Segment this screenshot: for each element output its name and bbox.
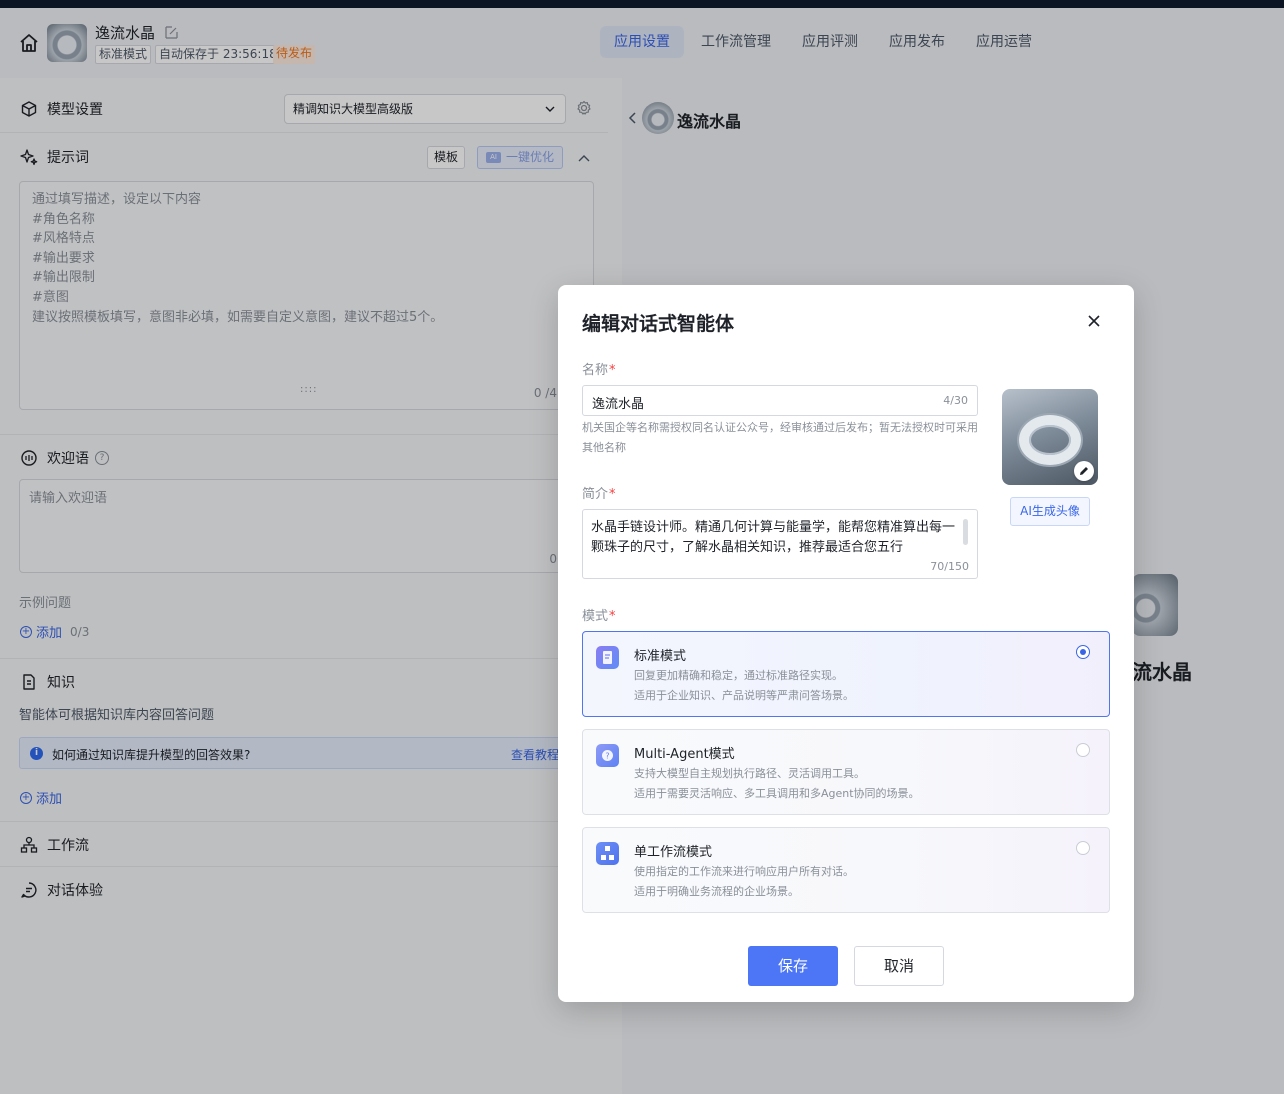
mode-radio[interactable] (1076, 841, 1090, 855)
required-mark: * (609, 609, 616, 624)
name-input[interactable]: 逸流水晶 4/30 (582, 385, 978, 416)
multi-agent-mode-icon: ? (596, 744, 619, 767)
standard-mode-icon (596, 646, 619, 669)
bracelet-image (1019, 415, 1081, 465)
name-input-value: 逸流水晶 (592, 397, 645, 412)
cancel-button[interactable]: 取消 (854, 946, 944, 986)
scrollbar[interactable] (963, 519, 968, 545)
mode-desc: 回复更加精确和稳定，通过标准路径实现。 适用于企业知识、产品说明等严肃问答场景。 (634, 669, 854, 702)
intro-label-text: 简介 (582, 487, 609, 502)
dialog-title: 编辑对话式智能体 (582, 313, 735, 335)
mode-name: 标准模式 (634, 649, 687, 664)
edit-agent-dialog: 编辑对话式智能体 名称* 逸流水晶 4/30 机关国企等名称需授权同名认证公众号… (558, 285, 1134, 1002)
intro-value: 水晶手链设计师。精通几何计算与能量学，能帮您精准算出每一颗珠子的尺寸，了解水晶相… (591, 520, 956, 555)
required-mark: * (609, 363, 616, 378)
save-button[interactable]: 保存 (748, 946, 838, 986)
name-label-text: 名称 (582, 363, 609, 378)
required-mark: * (609, 487, 616, 502)
mode-option-standard[interactable]: 标准模式 回复更加精确和稳定，通过标准路径实现。 适用于企业知识、产品说明等严肃问… (582, 631, 1110, 717)
single-workflow-mode-icon (596, 842, 619, 865)
mode-option-single-workflow[interactable]: 单工作流模式 使用指定的工作流来进行响应用户所有对话。 适用于明确业务流程的企业场… (582, 827, 1110, 913)
intro-textarea[interactable]: 水晶手链设计师。精通几何计算与能量学，能帮您精准算出每一颗珠子的尺寸，了解水晶相… (582, 509, 978, 579)
edit-avatar-button[interactable] (1074, 461, 1094, 481)
mode-desc: 使用指定的工作流来进行响应用户所有对话。 适用于明确业务流程的企业场景。 (634, 865, 854, 898)
mode-label: 模式* (582, 605, 616, 624)
intro-label: 简介* (582, 483, 616, 502)
close-icon[interactable] (1086, 313, 1102, 329)
name-hint: 机关国企等名称需授权同名认证公众号，经审核通过后发布；暂无法授权时可采用其他名称 (582, 421, 978, 454)
svg-text:?: ? (605, 752, 609, 761)
ai-generate-avatar-button[interactable]: AI生成头像 (1010, 497, 1090, 526)
name-char-count: 4/30 (943, 394, 968, 407)
mode-radio[interactable] (1076, 645, 1090, 659)
mode-option-multi-agent[interactable]: ? Multi-Agent模式 支持大模型自主规划执行路径、灵活调用工具。 适用于… (582, 729, 1110, 815)
mode-radio[interactable] (1076, 743, 1090, 757)
name-label: 名称* (582, 359, 616, 378)
pencil-icon (1080, 467, 1088, 475)
mode-name: Multi-Agent模式 (634, 747, 735, 762)
mode-label-text: 模式 (582, 609, 609, 624)
agent-avatar[interactable] (1002, 389, 1098, 485)
mode-desc: 支持大模型自主规划执行路径、灵活调用工具。 适用于需要灵活响应、多工具调用和多Ag… (634, 767, 920, 800)
intro-char-count: 70/150 (926, 560, 969, 573)
mode-name: 单工作流模式 (634, 845, 713, 860)
